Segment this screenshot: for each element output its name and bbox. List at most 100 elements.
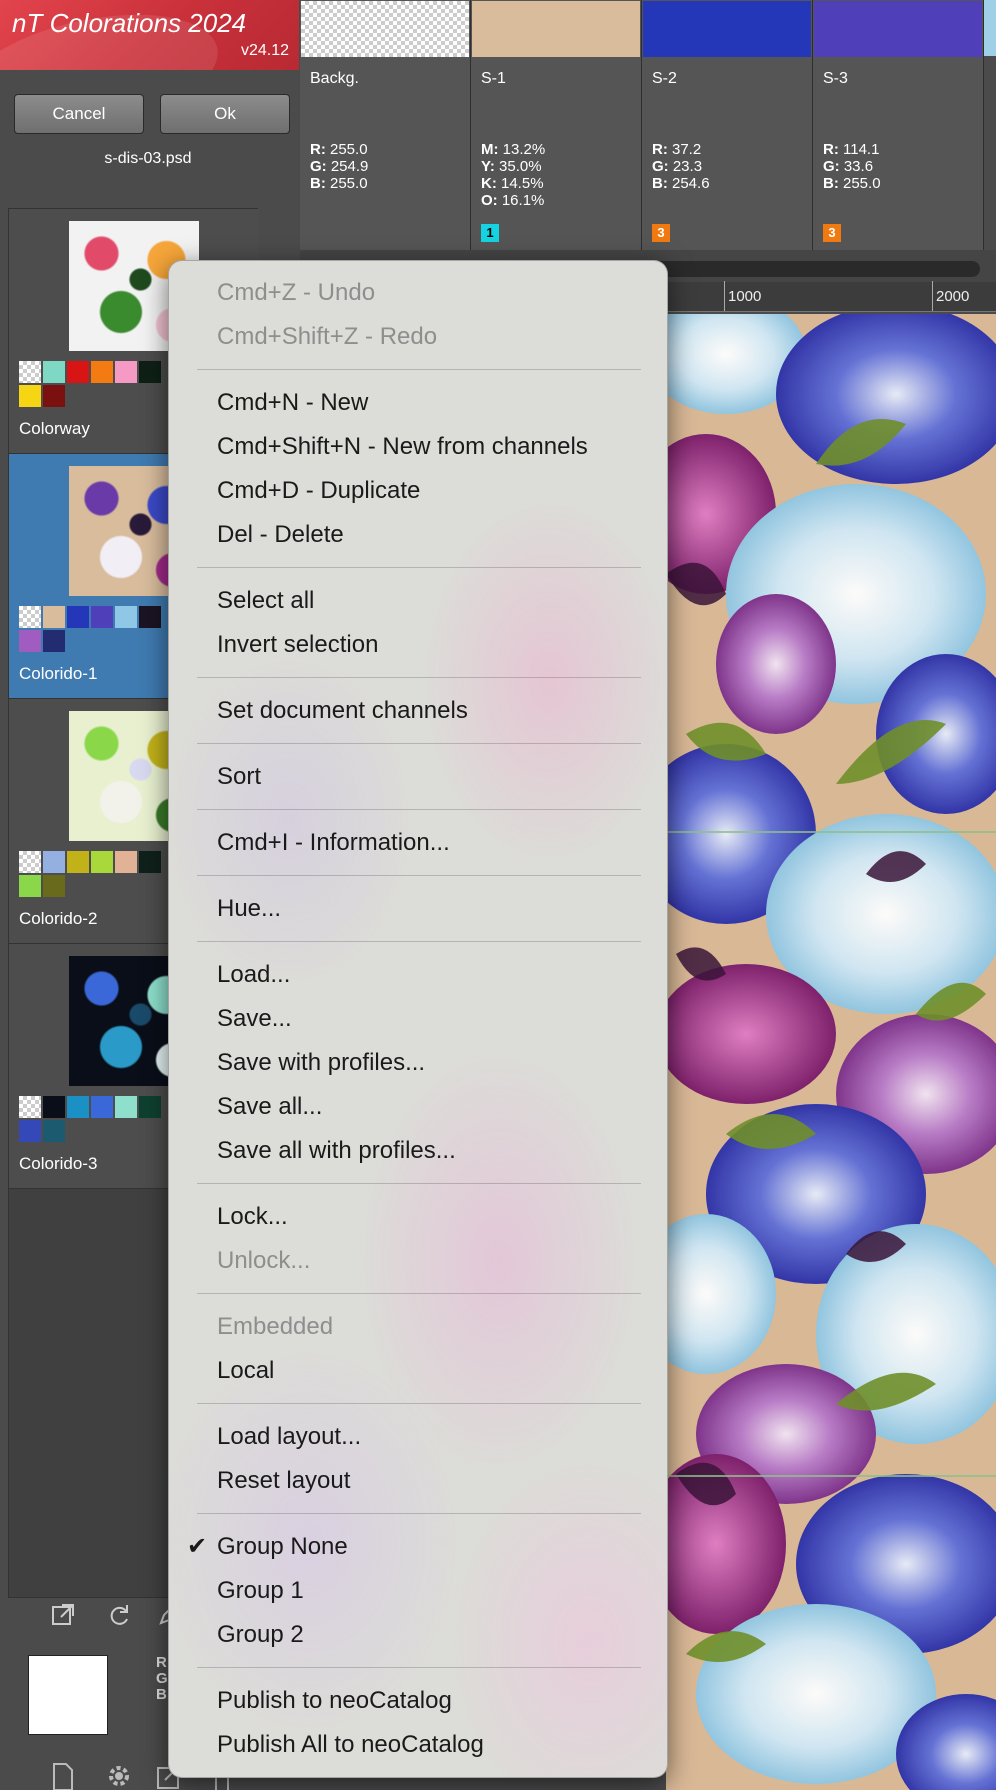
- color-swatch[interactable]: [43, 361, 65, 383]
- color-swatch[interactable]: [67, 1096, 89, 1118]
- ok-button[interactable]: Ok: [160, 94, 290, 134]
- floral-pattern-artwork: [666, 314, 996, 1790]
- color-swatch[interactable]: [19, 385, 41, 407]
- color-swatch[interactable]: [115, 851, 137, 873]
- colorway-swatches: [19, 606, 179, 654]
- color-swatch[interactable]: [19, 630, 41, 652]
- external-link-icon[interactable]: [48, 1602, 78, 1632]
- menu-separator: [197, 875, 641, 876]
- channel-column[interactable]: S-2 R: 37.2 G: 23.3 B: 254.6 3: [642, 0, 813, 250]
- menu-item[interactable]: Group 2: [217, 1615, 304, 1655]
- menu-separator: [197, 1293, 641, 1294]
- channel-value-key: G:: [310, 158, 327, 175]
- color-swatch[interactable]: [115, 361, 137, 383]
- channel-value: 114.1: [838, 141, 880, 158]
- channel-value: 13.2%: [498, 141, 546, 158]
- menu-separator: [197, 743, 641, 744]
- current-color-swatch[interactable]: [28, 1655, 108, 1735]
- menu-item: Unlock...: [217, 1247, 311, 1274]
- color-swatch[interactable]: [19, 1120, 41, 1142]
- color-swatch[interactable]: [43, 385, 65, 407]
- channel-swatch[interactable]: [472, 1, 640, 57]
- channel-value-key: B:: [310, 175, 326, 192]
- menu-item[interactable]: Load layout...: [217, 1417, 361, 1457]
- menu-item[interactable]: Save...: [217, 999, 292, 1039]
- color-swatch[interactable]: [91, 1096, 113, 1118]
- menu-item[interactable]: Group 1: [217, 1571, 304, 1611]
- color-swatch[interactable]: [91, 606, 113, 628]
- menu-separator: [197, 1183, 641, 1184]
- menu-item[interactable]: Reset layout: [217, 1461, 350, 1501]
- color-swatch[interactable]: [43, 851, 65, 873]
- color-swatch[interactable]: [91, 851, 113, 873]
- channel-value-row: G: 254.9: [310, 158, 368, 175]
- menu-item[interactable]: Local: [217, 1351, 274, 1391]
- color-swatch[interactable]: [67, 851, 89, 873]
- menu-item[interactable]: Save with profiles...: [217, 1043, 425, 1083]
- menu-item[interactable]: Sort: [217, 757, 261, 797]
- color-swatch[interactable]: [115, 1096, 137, 1118]
- channel-swatch[interactable]: [643, 1, 811, 57]
- channel-value-key: M:: [481, 141, 499, 158]
- color-swatch[interactable]: [67, 361, 89, 383]
- channel-column[interactable]: Backg. R: 255.0 G: 254.9 B: 255.0: [300, 0, 471, 250]
- color-swatch[interactable]: [67, 606, 89, 628]
- colorway-name: Colorido-1: [19, 664, 98, 683]
- menu-item[interactable]: Set document channels: [217, 691, 468, 731]
- color-swatch[interactable]: [43, 606, 65, 628]
- colorway-swatches: [19, 851, 179, 899]
- color-swatch[interactable]: [43, 630, 65, 652]
- color-swatch[interactable]: [43, 875, 65, 897]
- cancel-button[interactable]: Cancel: [14, 94, 144, 134]
- menu-item[interactable]: Publish All to neoCatalog: [217, 1725, 484, 1765]
- color-swatch[interactable]: [19, 851, 41, 873]
- channel-value-key: O:: [481, 192, 498, 209]
- channel-swatch[interactable]: [301, 1, 469, 57]
- color-swatch[interactable]: [139, 851, 161, 873]
- color-swatch[interactable]: [19, 606, 41, 628]
- menu-item: Embedded: [217, 1313, 334, 1340]
- menu-item[interactable]: Cmd+Shift+N - New from channels: [217, 427, 588, 467]
- menu-item[interactable]: Publish to neoCatalog: [217, 1681, 452, 1721]
- menu-item[interactable]: Save all...: [217, 1087, 322, 1127]
- menu-item[interactable]: Group None: [217, 1527, 348, 1567]
- menu-item[interactable]: Load...: [217, 955, 290, 995]
- menu-item[interactable]: Lock...: [217, 1197, 288, 1237]
- ruler-label-2000: 2000: [936, 288, 970, 305]
- refresh-icon[interactable]: [104, 1602, 134, 1632]
- new-document-icon[interactable]: [48, 1762, 78, 1790]
- color-swatch[interactable]: [115, 606, 137, 628]
- channel-value: 33.6: [839, 158, 874, 175]
- channel-value-key: Y:: [481, 158, 495, 175]
- pattern-canvas[interactable]: [666, 314, 996, 1790]
- rgb-label-b: B: [156, 1686, 167, 1703]
- channel-value: 254.9: [326, 158, 369, 175]
- color-swatch[interactable]: [139, 361, 161, 383]
- channel-value: 35.0%: [494, 158, 542, 175]
- menu-item[interactable]: Save all with profiles...: [217, 1131, 456, 1171]
- menu-item[interactable]: Hue...: [217, 889, 281, 929]
- channel-value-row: R: 255.0: [310, 141, 368, 158]
- color-swatch[interactable]: [43, 1120, 65, 1142]
- color-swatch[interactable]: [19, 875, 41, 897]
- channel-swatch[interactable]: [814, 1, 982, 57]
- color-swatch[interactable]: [19, 1096, 41, 1118]
- menu-item[interactable]: Del - Delete: [217, 515, 344, 555]
- channel-column[interactable]: S-1 M: 13.2% Y: 35.0% K: 14.5% O: 16.1% 1: [471, 0, 642, 250]
- channel-column[interactable]: S-3 R: 114.1 G: 33.6 B: 255.0 3: [813, 0, 984, 250]
- menu-item[interactable]: Select all: [217, 581, 314, 621]
- gear-icon[interactable]: [104, 1762, 134, 1790]
- color-swatch[interactable]: [139, 1096, 161, 1118]
- menu-item[interactable]: Cmd+I - Information...: [217, 823, 450, 863]
- channel-badge: 3: [823, 224, 841, 242]
- color-swatch[interactable]: [139, 606, 161, 628]
- menu-item[interactable]: Cmd+N - New: [217, 383, 368, 423]
- color-swatch[interactable]: [19, 361, 41, 383]
- menu-item[interactable]: Cmd+D - Duplicate: [217, 471, 420, 511]
- channel-value: 255.0: [325, 141, 368, 158]
- colorway-swatches: [19, 1096, 179, 1144]
- color-swatch[interactable]: [91, 361, 113, 383]
- color-swatch[interactable]: [43, 1096, 65, 1118]
- menu-item[interactable]: Invert selection: [217, 625, 378, 665]
- app-version: v24.12: [240, 42, 289, 59]
